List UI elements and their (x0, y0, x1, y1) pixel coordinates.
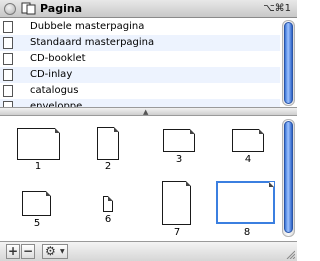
pages-scroll-thumb[interactable] (284, 121, 293, 233)
remove-page-button[interactable]: − (21, 244, 35, 259)
page-corner-icon (259, 129, 264, 134)
master-row[interactable]: enveloppe (0, 99, 280, 107)
page-number-label: 8 (243, 227, 251, 238)
master-page-icon (3, 85, 13, 97)
splitter-arrow-icon: ▲ (143, 108, 149, 116)
master-label: catalogus (30, 85, 79, 96)
master-label: Dubbele masterpagina (30, 21, 145, 32)
page-thumbnail[interactable] (216, 181, 275, 224)
master-row[interactable]: Standaard masterpagina (0, 35, 280, 51)
page-corner-icon (46, 191, 51, 196)
master-page-icon (3, 53, 13, 65)
panel-splitter[interactable]: ▲ (0, 107, 297, 116)
master-label: enveloppe (30, 101, 83, 107)
page-corner-icon (114, 127, 119, 132)
master-row[interactable]: CD-booklet (0, 51, 280, 67)
page-corner-icon (186, 181, 191, 186)
master-label: CD-booklet (30, 53, 86, 64)
window-title: Pagina (40, 2, 83, 15)
action-menu-button[interactable]: ⚙ ▼ (42, 244, 68, 259)
page-thumbnail[interactable] (97, 127, 119, 160)
page-number-label: 3 (175, 154, 183, 165)
page-thumbnail[interactable] (162, 181, 191, 225)
document-pages-area[interactable]: 1 2 3 4 5 6 7 8 (0, 116, 281, 241)
page-thumbnail[interactable] (163, 129, 195, 152)
page-thumbnail[interactable] (103, 196, 113, 212)
page-number-label: 7 (173, 227, 181, 238)
page-thumbnail[interactable] (17, 128, 60, 160)
master-list-scrollbar[interactable] (282, 20, 295, 106)
pages-scrollbar[interactable] (282, 119, 295, 237)
master-list-scroll-thumb[interactable] (284, 22, 293, 104)
master-page-icon (3, 21, 13, 33)
resize-grip-icon[interactable] (285, 249, 295, 259)
master-label: CD-inlay (30, 69, 73, 80)
page-thumbnail[interactable] (232, 129, 264, 152)
title-bar: Pagina ⌥⌘1 (0, 0, 297, 18)
page-number-label: 2 (104, 161, 112, 172)
close-button[interactable] (4, 3, 16, 15)
page-number-label: 4 (244, 154, 252, 165)
master-row[interactable]: Dubbele masterpagina (0, 19, 280, 35)
master-label: Standaard masterpagina (30, 37, 155, 48)
pages-palette-icon (21, 2, 36, 15)
page-corner-icon (190, 129, 195, 134)
page-corner-icon (269, 182, 274, 187)
page-number-label: 1 (34, 161, 42, 172)
page-number-label: 6 (104, 214, 112, 225)
master-row[interactable]: catalogus (0, 83, 280, 99)
chevron-down-icon: ▼ (60, 248, 65, 255)
master-page-icon (3, 37, 13, 49)
master-row[interactable]: CD-inlay (0, 67, 280, 83)
window-shortcut: ⌥⌘1 (263, 3, 291, 14)
page-thumbnail[interactable] (22, 191, 51, 216)
bottom-toolbar: + − ⚙ ▼ (0, 241, 297, 261)
add-page-button[interactable]: + (6, 244, 20, 259)
page-corner-icon (108, 196, 113, 201)
gear-icon: ⚙ (45, 244, 56, 258)
page-corner-icon (55, 128, 60, 133)
master-page-icon (3, 69, 13, 81)
master-pages-list[interactable]: Dubbele masterpagina Standaard masterpag… (0, 19, 280, 107)
page-number-label: 5 (33, 218, 41, 229)
